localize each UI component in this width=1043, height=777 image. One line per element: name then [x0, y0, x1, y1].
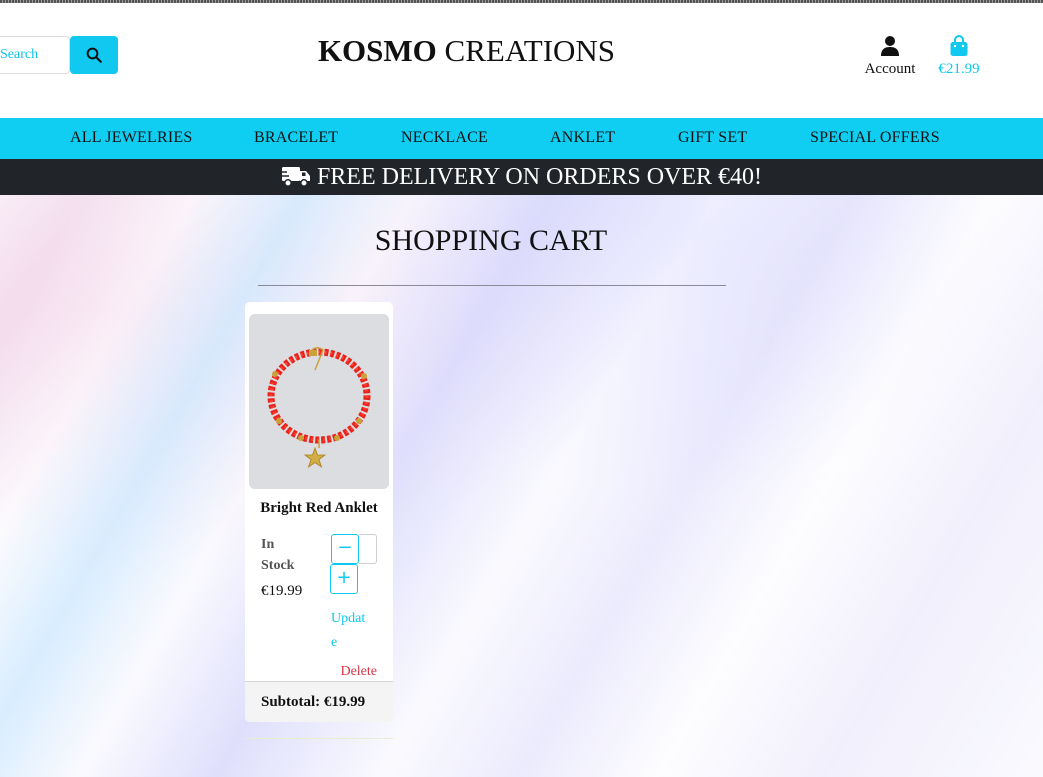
product-price: €19.99 — [261, 583, 303, 599]
delivery-banner: FREE DELIVERY ON ORDERS OVER €40! — [0, 159, 1043, 195]
nav-item-necklace[interactable]: NECKLACE — [401, 129, 488, 147]
cart-link[interactable]: €21.99 — [932, 35, 986, 78]
nav-item-bracelet[interactable]: BRACELET — [254, 129, 338, 147]
account-label: Account — [864, 61, 916, 77]
stock-status: In Stock — [261, 537, 295, 573]
nav-item-special-offers[interactable]: SPECIAL OFFERS — [810, 129, 940, 147]
banner-text: FREE DELIVERY ON ORDERS OVER €40! — [316, 163, 763, 190]
brand-logo[interactable]: KOSMO CREATIONS — [0, 33, 933, 69]
main-nav: ALL JEWELRIES BRACELET NECKLACE ANKLET G… — [0, 118, 1043, 159]
nav-item-gift-set[interactable]: GIFT SET — [678, 129, 747, 147]
title-divider — [258, 285, 726, 286]
brand-bold: KOSMO — [317, 33, 437, 68]
quantity-decrease-button[interactable]: − — [331, 534, 359, 564]
truck-icon — [280, 167, 310, 187]
nav-item-all-jewelries[interactable]: ALL JEWELRIES — [70, 129, 192, 147]
account-link[interactable]: Account — [858, 35, 922, 78]
site-header: KOSMO CREATIONS Account €21.99 — [0, 3, 1043, 118]
product-image[interactable] — [249, 314, 389, 489]
cart-item-card: Bright Red Anklet In Stock €19.99 − + Up… — [245, 302, 393, 722]
delete-link[interactable]: Delete — [340, 664, 377, 680]
quantity-input[interactable] — [359, 534, 377, 564]
cart-total: €21.99 — [938, 61, 980, 77]
item-subtotal: Subtotal: €19.99 — [245, 681, 393, 722]
brand-rest: CREATIONS — [436, 33, 616, 68]
product-name[interactable]: Bright Red Anklet — [245, 500, 393, 517]
quantity-increase-button[interactable]: + — [330, 564, 358, 594]
user-icon — [881, 36, 899, 56]
page-title: SHOPPING CART — [374, 224, 608, 257]
anklet-image — [249, 314, 389, 489]
nav-item-anklet[interactable]: ANKLET — [550, 129, 615, 147]
update-link[interactable]: Update — [331, 607, 371, 655]
cart-page: SHOPPING CART Bright Red Anklet In Stock — [0, 195, 1043, 777]
shopping-bag-icon — [950, 35, 968, 56]
card-divider — [245, 738, 393, 739]
